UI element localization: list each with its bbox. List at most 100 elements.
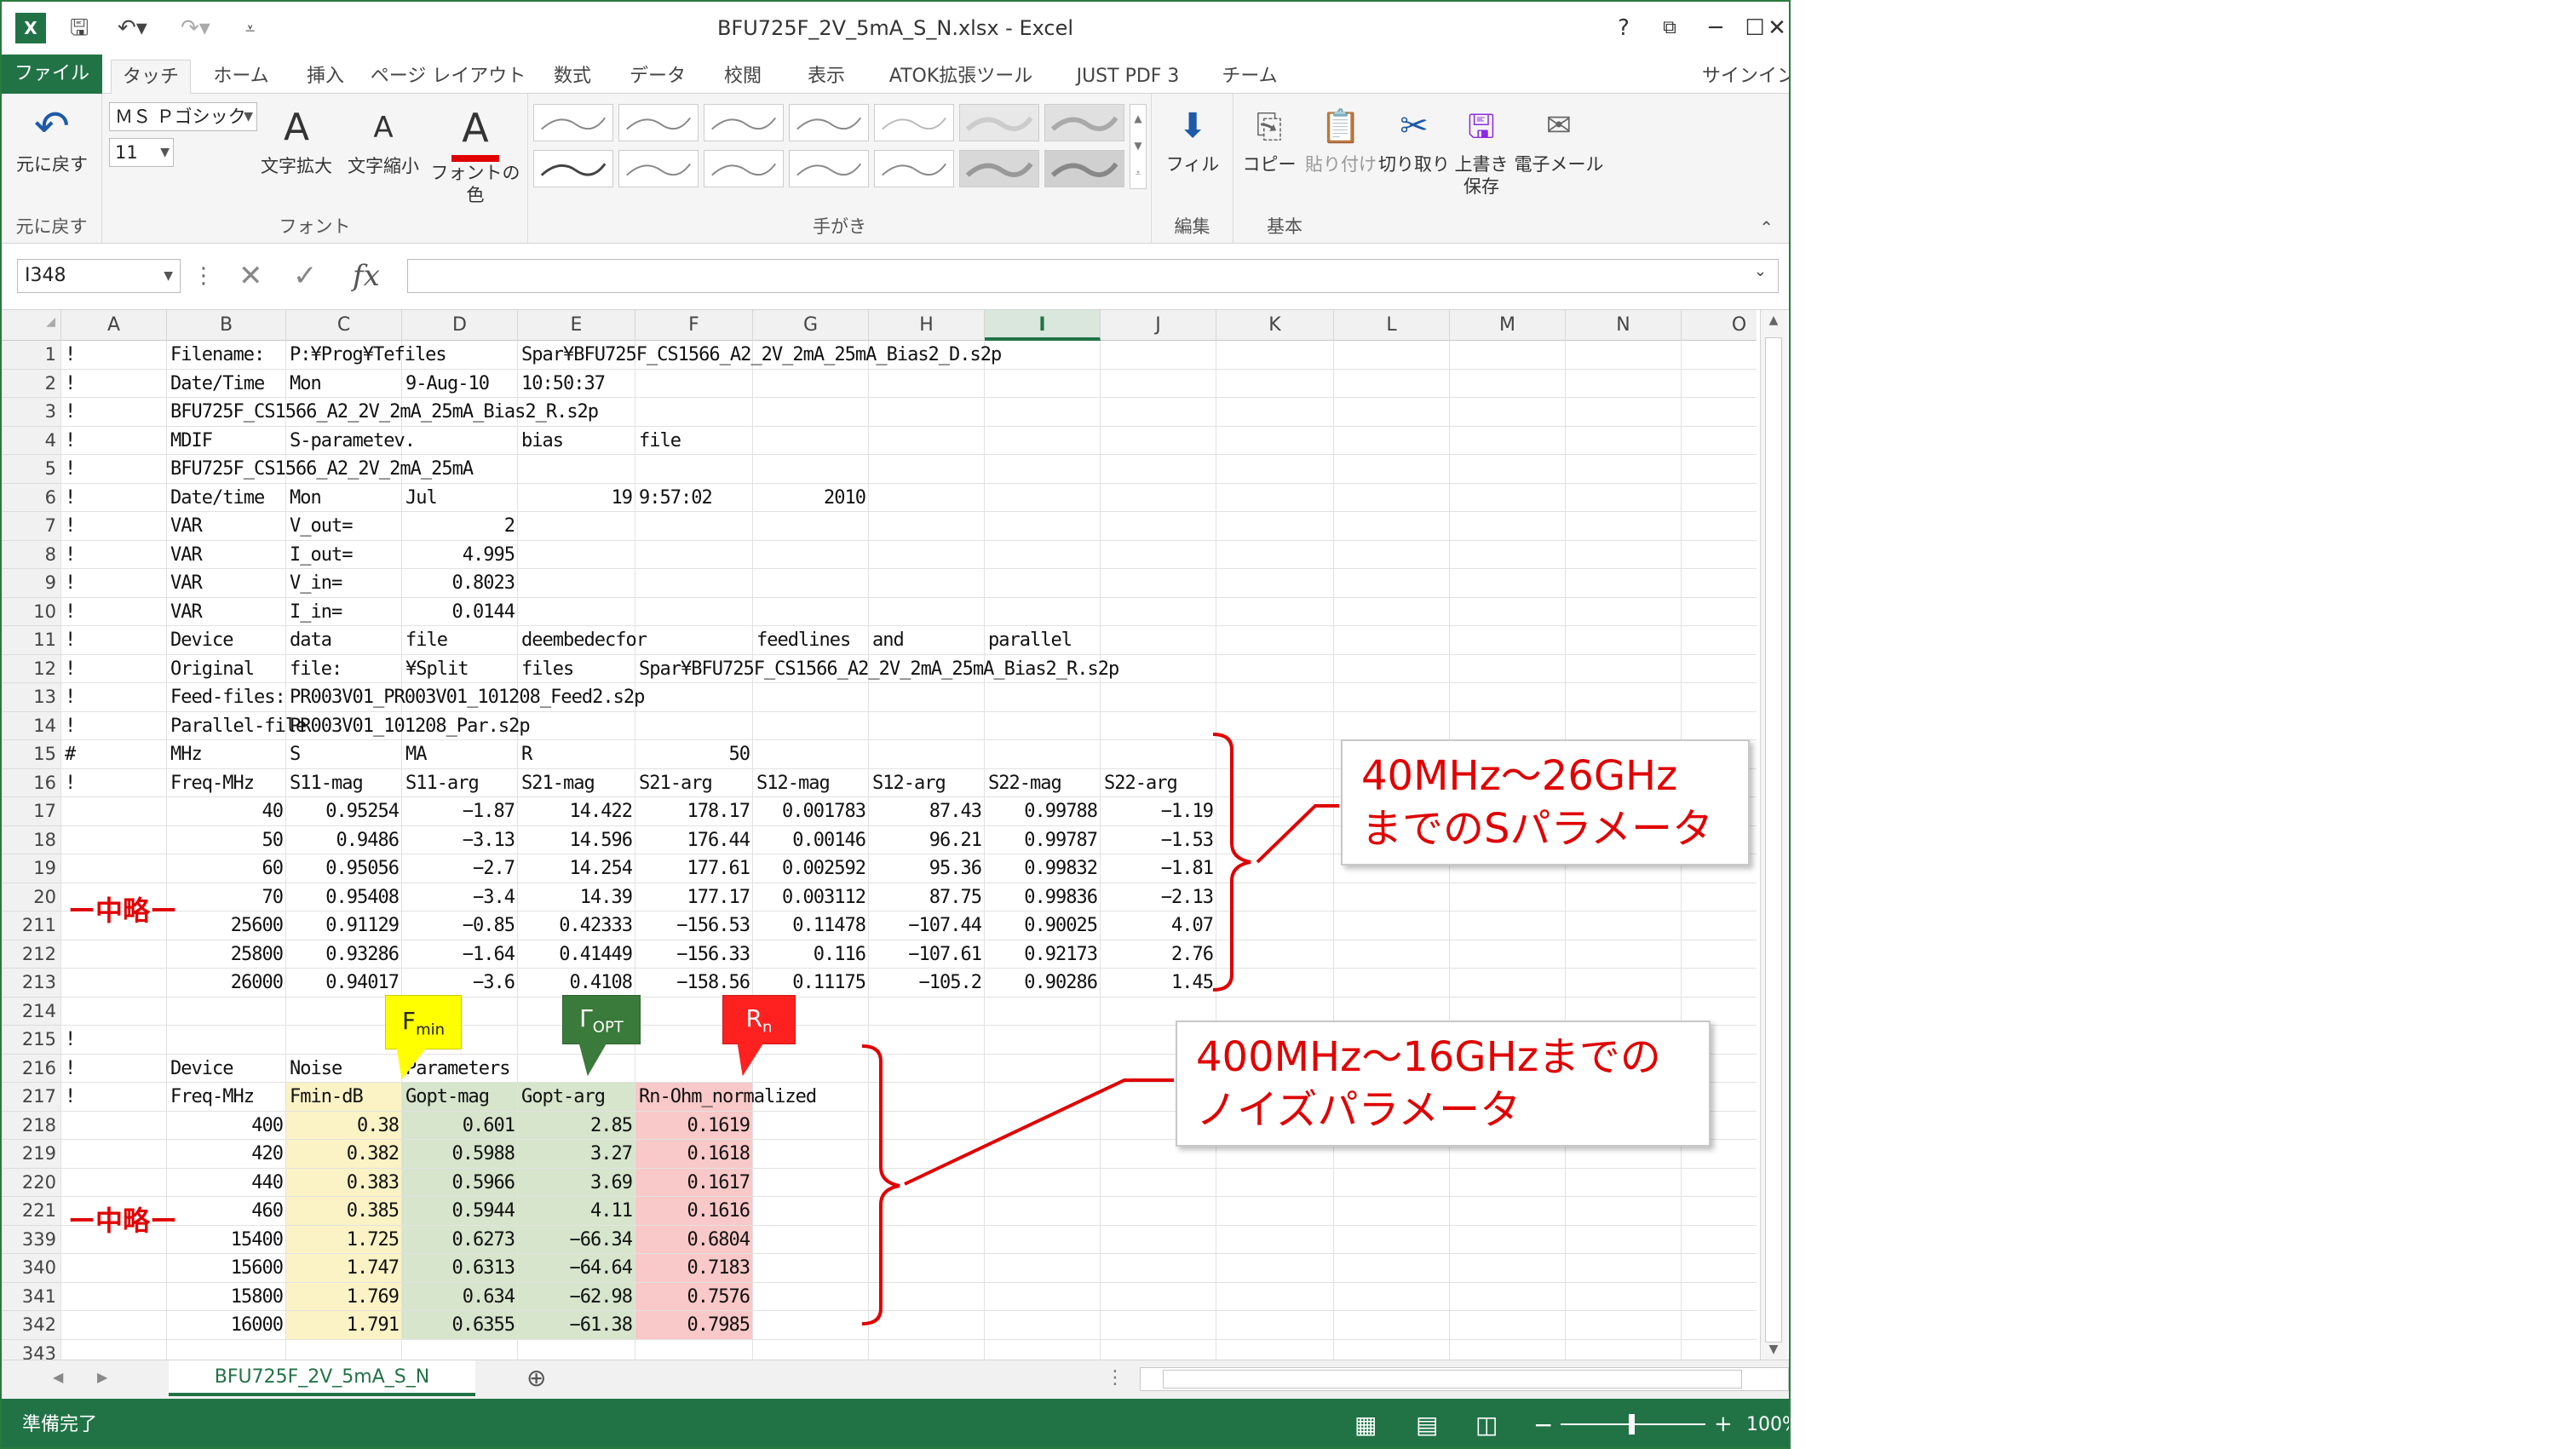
column-header-l[interactable]: L — [1334, 310, 1450, 341]
row-header-5[interactable]: 5 — [2, 455, 61, 484]
cell-c216[interactable]: Noise — [286, 1055, 345, 1084]
cell-c219[interactable]: 0.382 — [286, 1140, 402, 1169]
zoom-slider[interactable] — [1561, 1414, 1705, 1435]
new-sheet-icon[interactable]: ⊕ — [526, 1364, 546, 1392]
cell-f217[interactable]: Rn-Ohm_normalized — [635, 1083, 819, 1112]
cell-b4[interactable]: MDIF — [167, 427, 216, 456]
cell-b339[interactable]: 15400 — [167, 1226, 286, 1255]
email-button[interactable]: ✉ 電子メール — [1513, 99, 1605, 175]
cell-e211[interactable]: 0.42333 — [518, 911, 635, 940]
cell-b218[interactable]: 400 — [167, 1112, 286, 1141]
cell-b11[interactable]: Device — [167, 626, 236, 655]
vertical-scroll-thumb[interactable] — [1765, 337, 1782, 1343]
row-header-340[interactable]: 340 — [2, 1254, 61, 1283]
tab-page-layout[interactable]: ページ レイアウト — [370, 60, 526, 94]
tab-just-pdf[interactable]: JUST PDF 3 — [1058, 60, 1198, 94]
cell-c8[interactable]: I_out= — [286, 541, 355, 570]
highlighter-style-4[interactable] — [1044, 150, 1124, 187]
cell-b16[interactable]: Freq-MHz — [167, 769, 257, 798]
row-header-3[interactable]: 3 — [2, 398, 61, 427]
cell-d218[interactable]: 0.601 — [402, 1112, 518, 1141]
cell-c11[interactable]: data — [286, 626, 335, 655]
cell-b212[interactable]: 25800 — [167, 940, 286, 969]
cell-e341[interactable]: −62.98 — [518, 1283, 635, 1312]
cell-e20[interactable]: 14.39 — [518, 883, 635, 912]
cell-b342[interactable]: 16000 — [167, 1311, 286, 1340]
cell-b2[interactable]: Date/Time — [167, 370, 267, 399]
pen-style-4[interactable] — [789, 104, 869, 141]
cell-c4[interactable]: S-parametev. — [286, 427, 418, 456]
expand-formula-bar-icon[interactable]: ⌄ — [1754, 262, 1767, 280]
cell-b5[interactable]: BFU725F_CS1566_A2_2V_2mA_25mA — [167, 455, 476, 484]
row-header-14[interactable]: 14 — [2, 712, 61, 740]
cell-c217[interactable]: Fmin-dB — [286, 1083, 366, 1112]
cell-d2[interactable]: 9-Aug-10 — [402, 370, 492, 399]
cell-c12[interactable]: file: — [286, 655, 345, 684]
pen-gallery-scroll[interactable]: ▲ ▼ ⩡ — [1130, 104, 1147, 189]
cell-a5[interactable]: ! — [61, 455, 78, 484]
cell-d340[interactable]: 0.6313 — [402, 1254, 518, 1283]
minimize-icon[interactable]: ─ — [1697, 12, 1734, 44]
cell-d341[interactable]: 0.634 — [402, 1283, 518, 1312]
cell-c218[interactable]: 0.38 — [286, 1112, 402, 1141]
row-header-1[interactable]: 1 — [2, 341, 61, 370]
cell-b15[interactable]: MHz — [167, 740, 205, 769]
cell-c15[interactable]: S — [286, 740, 303, 769]
cell-e219[interactable]: 3.27 — [518, 1140, 635, 1169]
cell-h16[interactable]: S12-arg — [869, 769, 949, 798]
cell-a15[interactable]: # — [61, 740, 78, 769]
cell-j20[interactable]: −2.13 — [1101, 883, 1216, 912]
cell-b220[interactable]: 440 — [167, 1169, 286, 1198]
cell-b1[interactable]: Filename: — [167, 341, 267, 370]
tab-home[interactable]: ホーム — [203, 60, 279, 94]
scroll-sheets-left-icon[interactable]: ◀ — [53, 1369, 63, 1385]
cell-e15[interactable]: R — [518, 740, 535, 769]
split-handle-icon[interactable]: ⋮ — [1106, 1367, 1124, 1389]
cell-b340[interactable]: 15600 — [167, 1254, 286, 1283]
cell-e340[interactable]: −64.64 — [518, 1254, 635, 1283]
font-color-button[interactable]: A フォントの色 — [424, 101, 526, 206]
cell-f12[interactable]: Spar¥BFU725F_CS1566_A2_2V_2mA_25mA_Bias2… — [635, 655, 1122, 684]
row-header-6[interactable]: 6 — [2, 484, 61, 512]
cell-e19[interactable]: 14.254 — [518, 854, 635, 883]
help-button[interactable]: ? — [1605, 12, 1642, 44]
tab-touch[interactable]: タッチ — [111, 60, 191, 95]
column-header-g[interactable]: G — [753, 310, 869, 341]
cell-c341[interactable]: 1.769 — [286, 1283, 402, 1312]
row-header-211[interactable]: 211 — [2, 911, 61, 940]
row-header-8[interactable]: 8 — [2, 541, 61, 569]
row-header-218[interactable]: 218 — [2, 1112, 61, 1140]
cell-d211[interactable]: −0.85 — [402, 911, 518, 940]
cell-d20[interactable]: −3.4 — [402, 883, 518, 912]
pen-style-7[interactable] — [618, 150, 699, 187]
cell-e18[interactable]: 14.596 — [518, 826, 635, 855]
close-icon[interactable]: ✕ — [1762, 12, 1789, 44]
cell-g6[interactable]: 2010 — [753, 484, 869, 513]
cell-g213[interactable]: 0.11175 — [753, 969, 869, 998]
cell-b17[interactable]: 40 — [167, 797, 286, 826]
tab-atok[interactable]: ATOK拡張ツール — [876, 60, 1046, 94]
cell-a11[interactable]: ! — [61, 626, 78, 655]
cell-j19[interactable]: −1.81 — [1101, 854, 1216, 883]
highlighter-style-2[interactable] — [1044, 104, 1124, 141]
cell-i211[interactable]: 0.90025 — [985, 911, 1101, 940]
cell-a4[interactable]: ! — [61, 427, 78, 456]
cell-f212[interactable]: −156.33 — [635, 940, 753, 969]
zoom-out-icon[interactable]: − — [1533, 1399, 1553, 1447]
row-header-217[interactable]: 217 — [2, 1083, 61, 1112]
cell-b13[interactable]: Feed-files: — [167, 683, 289, 712]
cell-f16[interactable]: S21-arg — [635, 769, 716, 798]
cell-i16[interactable]: S22-mag — [985, 769, 1065, 798]
cell-g11[interactable]: feedlines — [753, 626, 854, 655]
cell-a12[interactable]: ! — [61, 655, 78, 684]
page-break-view-icon[interactable]: ◫ — [1475, 1399, 1498, 1447]
cell-d16[interactable]: S11-arg — [402, 769, 482, 798]
cell-f342[interactable]: 0.7985 — [635, 1311, 753, 1340]
row-header-219[interactable]: 219 — [2, 1140, 61, 1169]
column-header-i[interactable]: I — [985, 310, 1101, 341]
cell-a14[interactable]: ! — [61, 712, 78, 741]
row-header-342[interactable]: 342 — [2, 1311, 61, 1340]
column-header-f[interactable]: F — [635, 310, 753, 341]
pen-style-5[interactable] — [874, 104, 954, 141]
cell-b216[interactable]: Device — [167, 1055, 236, 1084]
